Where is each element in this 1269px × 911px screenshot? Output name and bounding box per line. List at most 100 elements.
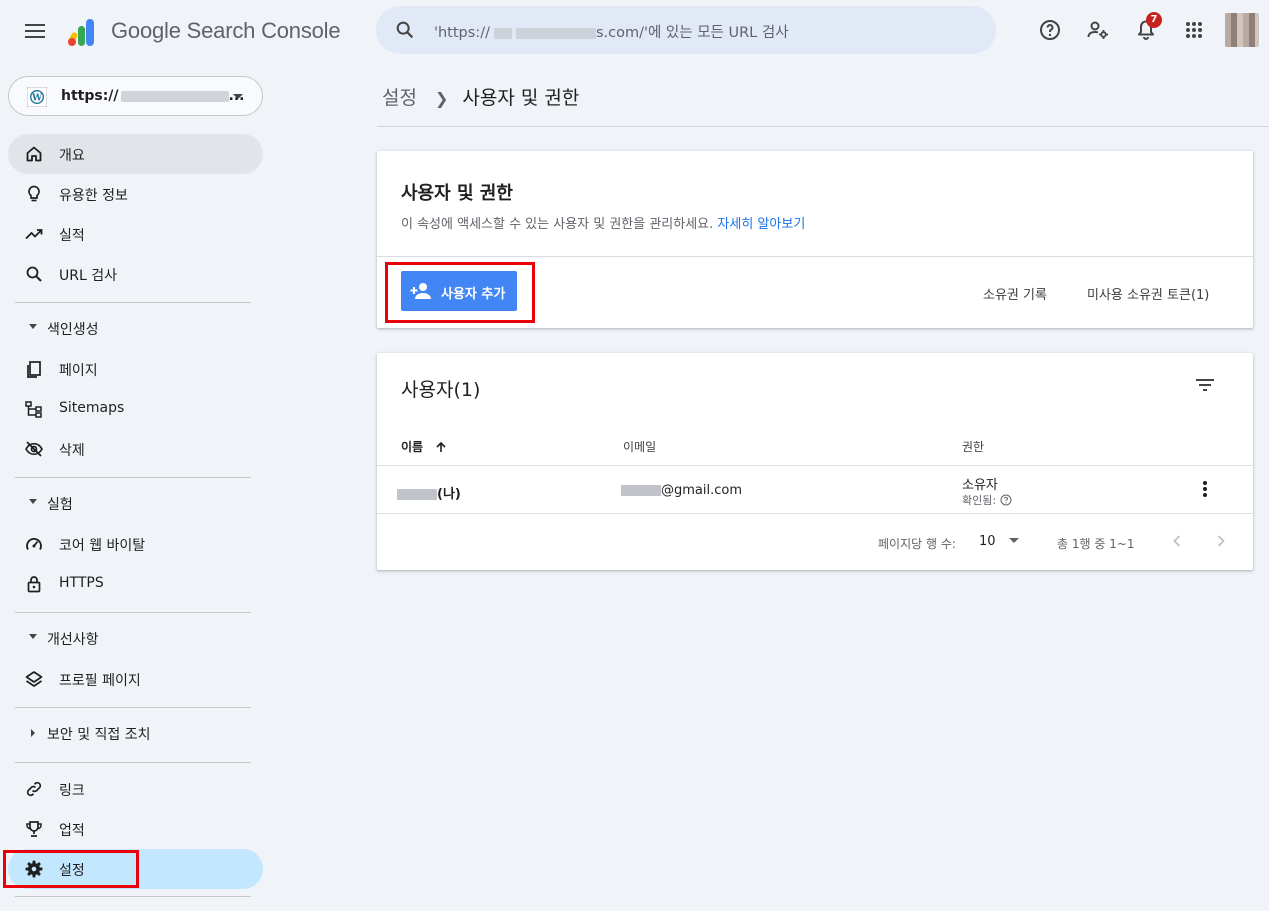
search-placeholder-prefix: 'https:// <box>434 25 490 41</box>
sidebar-item-achievements[interactable]: 업적 <box>8 809 263 849</box>
pages-icon <box>24 359 44 379</box>
sidebar-item-label: URL 검사 <box>59 268 117 284</box>
sidebar-item-overview[interactable]: 개요 <box>8 134 263 174</box>
sidebar-item-label: HTTPS <box>59 575 104 591</box>
section-experience[interactable]: 실험 <box>24 488 254 518</box>
url-inspection-search-bar[interactable]: 'https:// s.com/'에 있는 모든 URL 검사 <box>376 6 996 54</box>
sidebar-item-label: 설정 <box>59 863 85 879</box>
search-icon <box>24 264 44 284</box>
lightbulb-icon <box>24 184 44 204</box>
sidebar-item-label: 프로필 페이지 <box>59 673 141 689</box>
account-avatar[interactable] <box>1225 13 1259 47</box>
pagination-range: 총 1행 중 1~1 <box>1057 537 1135 551</box>
help-icon[interactable] <box>1038 18 1062 42</box>
table-divider <box>377 465 1253 466</box>
caret-down-icon <box>28 324 38 330</box>
help-outline-icon[interactable] <box>1000 494 1012 506</box>
section-security[interactable]: 보안 및 직접 조치 <box>24 718 254 748</box>
chevron-down-icon[interactable] <box>1009 538 1019 543</box>
learn-more-link[interactable]: 자세히 알아보기 <box>717 217 805 232</box>
section-label: 색인생성 <box>47 322 99 338</box>
sidebar-item-profile-page[interactable]: 프로필 페이지 <box>8 659 263 699</box>
person-add-icon <box>409 280 433 302</box>
sidebar-divider <box>15 302 251 303</box>
property-selector[interactable]: W https://... <box>8 76 263 116</box>
top-bar: Google Search Console 'https:// s.com/'에 … <box>0 0 1269 62</box>
header-divider <box>377 126 1269 127</box>
wordpress-icon: W <box>27 87 47 107</box>
user-name-suffix: (나) <box>437 487 461 502</box>
search-icon <box>394 19 416 41</box>
sidebar-item-label: 유용한 정보 <box>59 188 128 204</box>
section-indexing[interactable]: 색인생성 <box>24 313 254 343</box>
sidebar-item-label: 개요 <box>59 148 85 164</box>
sidebar-item-label: 링크 <box>59 783 85 799</box>
sitemap-icon <box>24 399 44 419</box>
breadcrumb: 설정 ❯ 사용자 및 권한 <box>382 83 579 110</box>
sidebar-item-label: Sitemaps <box>59 400 125 416</box>
speed-gauge-icon <box>24 534 44 554</box>
sidebar-item-performance[interactable]: 실적 <box>8 214 263 254</box>
trophy-icon <box>24 819 44 839</box>
search-console-logo-icon[interactable] <box>66 16 102 48</box>
caret-down-icon <box>28 499 38 505</box>
main-menu-icon[interactable] <box>22 19 48 43</box>
redacted-text <box>120 90 229 102</box>
column-header-permission: 권한 <box>962 440 985 454</box>
sidebar-item-settings[interactable]: 설정 <box>8 849 263 889</box>
sidebar-item-core-web-vitals[interactable]: 코어 웹 바이탈 <box>8 524 263 564</box>
rows-per-page-label: 페이지당 행 수: <box>878 537 956 551</box>
visibility-off-icon <box>24 439 44 459</box>
column-name-label: 이름 <box>401 440 424 454</box>
sidebar-item-label: 코어 웹 바이탈 <box>59 538 146 554</box>
sidebar-item-pages[interactable]: 페이지 <box>8 349 263 389</box>
page-title: 사용자 및 권한 <box>462 87 580 109</box>
users-card: 사용자(1) 이름 이메일 권한 (나) @gmail.com 소유자 확인됨:… <box>377 353 1253 570</box>
sidebar-item-sitemaps[interactable]: Sitemaps <box>8 389 263 429</box>
card-description: 이 속성에 액세스할 수 있는 사용자 및 권한을 관리하세요. 자세히 알아보… <box>401 213 805 232</box>
app-name[interactable]: Google Search Console <box>111 18 341 44</box>
column-header-name[interactable]: 이름 <box>401 438 447 455</box>
property-url-prefix: https:// <box>61 88 119 104</box>
redacted-text <box>397 489 437 500</box>
search-placeholder-suffix: s.com/'에 있는 모든 URL 검사 <box>595 25 789 41</box>
sidebar-item-url-inspection[interactable]: URL 검사 <box>8 254 263 294</box>
next-page-icon[interactable] <box>1211 531 1231 551</box>
card-divider <box>377 256 1253 257</box>
trending-up-icon <box>24 224 44 244</box>
sidebar-item-label: 페이지 <box>59 363 98 379</box>
verified-label: 확인됨: <box>962 494 997 507</box>
sidebar-item-insights[interactable]: 유용한 정보 <box>8 174 263 214</box>
column-header-email: 이메일 <box>623 440 657 454</box>
add-user-button[interactable]: 사용자 추가 <box>401 271 517 311</box>
svg-text:W: W <box>31 94 43 104</box>
more-vert-icon[interactable] <box>1195 477 1215 501</box>
section-enhancements[interactable]: 개선사항 <box>24 623 254 653</box>
filter-icon[interactable] <box>1193 373 1217 397</box>
user-email-suffix: @gmail.com <box>661 483 743 498</box>
verified-status: 확인됨: <box>962 492 1012 508</box>
card-title: 사용자 및 권한 <box>401 183 513 204</box>
previous-page-icon[interactable] <box>1167 531 1187 551</box>
sidebar-item-label: 업적 <box>59 823 85 839</box>
sidebar-divider <box>15 762 251 763</box>
user-settings-icon[interactable] <box>1086 18 1110 42</box>
rows-per-page-select[interactable]: 10 <box>979 534 996 549</box>
ownership-history-button[interactable]: 소유권 기록 <box>983 284 1047 303</box>
sidebar-divider <box>15 896 251 897</box>
user-name-cell: (나) <box>397 483 461 502</box>
sidebar-item-links[interactable]: 링크 <box>8 769 263 809</box>
breadcrumb-parent[interactable]: 설정 <box>382 87 417 109</box>
sidebar-item-removals[interactable]: 삭제 <box>8 429 263 469</box>
apps-grid-icon[interactable] <box>1182 18 1206 42</box>
sidebar-item-https[interactable]: HTTPS <box>8 564 263 604</box>
link-icon <box>24 779 44 799</box>
sidebar-divider <box>15 477 251 478</box>
table-divider <box>377 513 1253 514</box>
layers-icon <box>24 669 44 689</box>
caret-right-icon <box>28 729 38 737</box>
redacted-text <box>493 27 512 39</box>
unused-tokens-button[interactable]: 미사용 소유권 토큰(1) <box>1087 284 1209 303</box>
users-table-title: 사용자(1) <box>401 379 481 401</box>
section-label: 실험 <box>47 497 73 513</box>
